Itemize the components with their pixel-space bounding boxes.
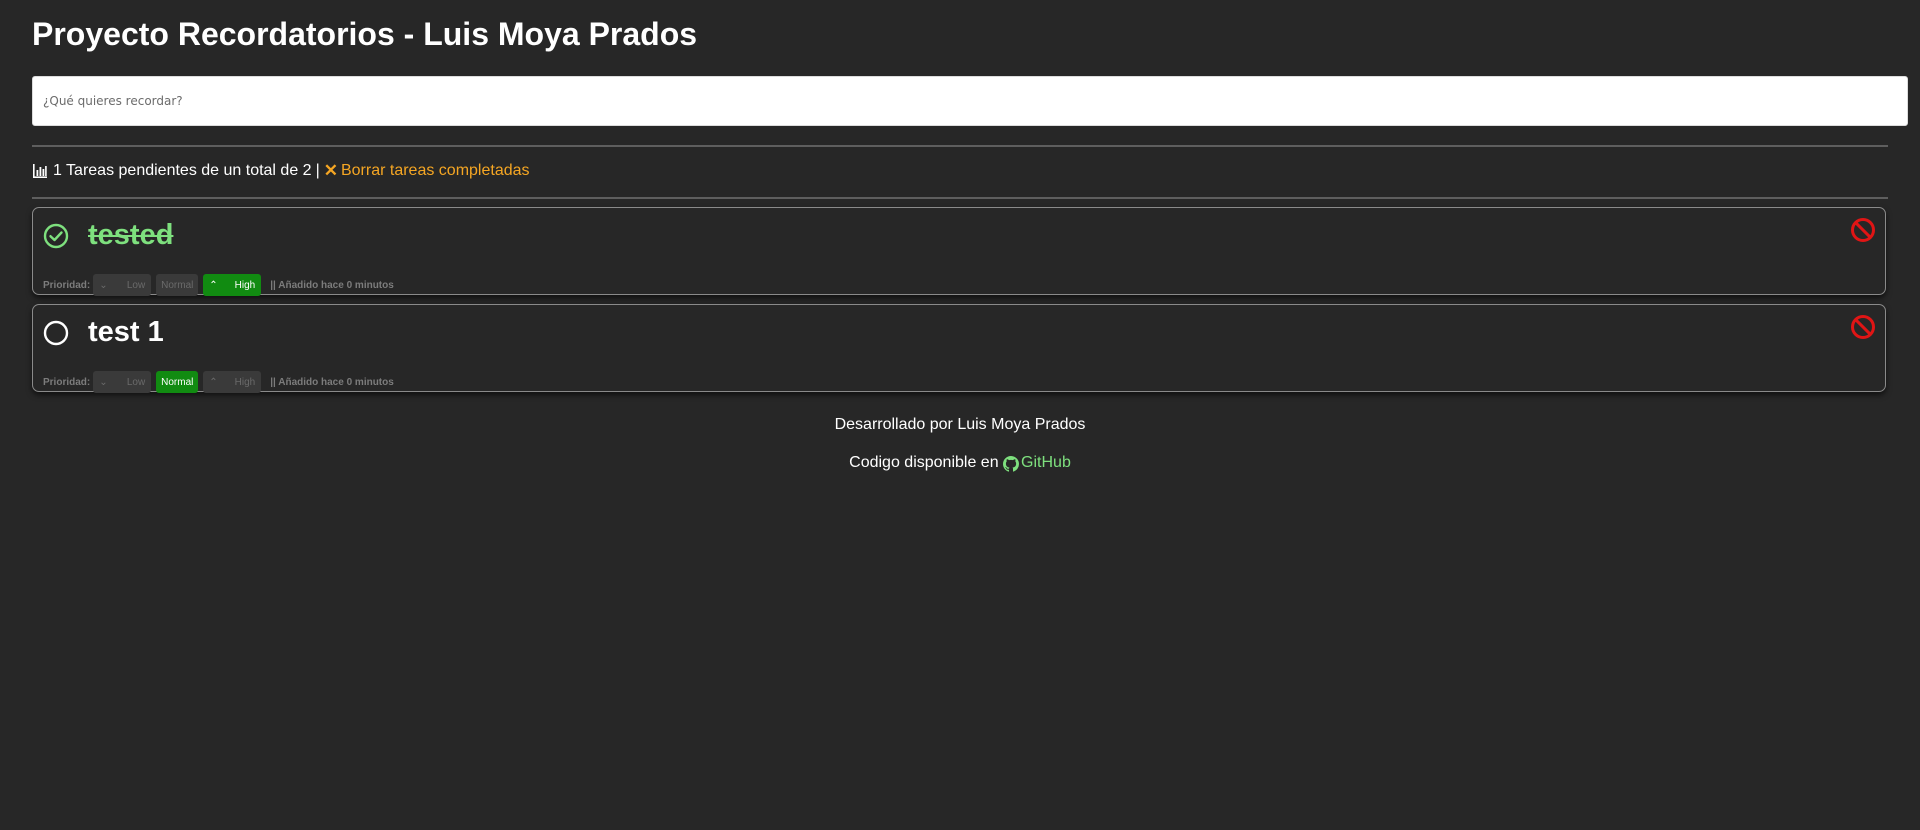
task-input[interactable] bbox=[32, 76, 1908, 126]
page-title: Proyecto Recordatorios - Luis Moya Prado… bbox=[32, 16, 698, 52]
priority-high-button[interactable]: ⌃ High bbox=[203, 371, 262, 393]
priority-normal-button[interactable]: Normal bbox=[156, 274, 199, 296]
priority-low-button[interactable]: ⌄ Low bbox=[93, 371, 152, 393]
divider bbox=[32, 197, 1888, 199]
priority-normal-label: Normal bbox=[161, 376, 194, 388]
x-icon: ✕ bbox=[323, 161, 338, 180]
priority-low-label: Low bbox=[126, 376, 146, 388]
bar-chart-icon bbox=[33, 164, 47, 178]
added-time: || Añadido hace 0 minutos bbox=[270, 376, 394, 388]
task-input-container bbox=[32, 76, 1908, 126]
page: Proyecto Recordatorios - Luis Moya Prado… bbox=[0, 0, 1920, 830]
task-card: test 1 Prioridad: ⌄ Low Normal ⌃ High ||… bbox=[32, 304, 1886, 393]
priority-normal-button[interactable]: Normal bbox=[156, 371, 199, 393]
divider bbox=[32, 145, 1888, 147]
priority-low-label: Low bbox=[126, 279, 146, 291]
priority-label: Prioridad: bbox=[43, 279, 91, 291]
clear-completed-button[interactable]: ✕ Borrar tareas completadas bbox=[324, 161, 530, 181]
priority-normal-label: Normal bbox=[161, 279, 194, 291]
priority-label: Prioridad: bbox=[43, 376, 91, 388]
priority-high-label: High bbox=[234, 376, 256, 388]
github-label: GitHub bbox=[1021, 454, 1071, 471]
circle-icon[interactable] bbox=[43, 320, 69, 346]
chevron-up-icon: ⌃ bbox=[209, 376, 218, 388]
footer-source-text: Codigo disponible en bbox=[849, 454, 999, 471]
task-card: tested Prioridad: ⌄ Low Normal ⌃ High ||… bbox=[32, 207, 1886, 296]
task-stats: 1 Tareas pendientes de un total de 2 | ✕… bbox=[32, 161, 530, 181]
completed-check-icon[interactable] bbox=[43, 223, 69, 249]
delete-icon[interactable] bbox=[1850, 314, 1876, 340]
github-link[interactable]: GitHub bbox=[1003, 453, 1071, 473]
pending-count-text: 1 Tareas pendientes de un total de 2 bbox=[53, 162, 312, 179]
task-meta: Prioridad: ⌄ Low Normal ⌃ High || Añadid… bbox=[43, 371, 394, 393]
chevron-up-icon: ⌃ bbox=[209, 279, 218, 291]
task-title[interactable]: test 1 bbox=[88, 313, 164, 351]
chevron-down-icon: ⌄ bbox=[99, 279, 108, 291]
priority-high-label: High bbox=[234, 279, 256, 291]
github-icon bbox=[1003, 456, 1020, 472]
task-meta: Prioridad: ⌄ Low Normal ⌃ High || Añadid… bbox=[43, 274, 394, 296]
priority-high-button[interactable]: ⌃ High bbox=[203, 274, 262, 296]
added-time: || Añadido hace 0 minutos bbox=[270, 279, 394, 291]
clear-completed-label: Borrar tareas completadas bbox=[340, 162, 530, 179]
priority-low-button[interactable]: ⌄ Low bbox=[93, 274, 152, 296]
task-title[interactable]: tested bbox=[88, 216, 173, 254]
delete-icon[interactable] bbox=[1850, 217, 1876, 243]
chevron-down-icon: ⌄ bbox=[99, 376, 108, 388]
footer-source: Codigo disponible en GitHub bbox=[0, 453, 1920, 473]
footer-credits: Desarrollado por Luis Moya Prados bbox=[834, 416, 1086, 433]
stats-separator: | bbox=[315, 162, 320, 179]
